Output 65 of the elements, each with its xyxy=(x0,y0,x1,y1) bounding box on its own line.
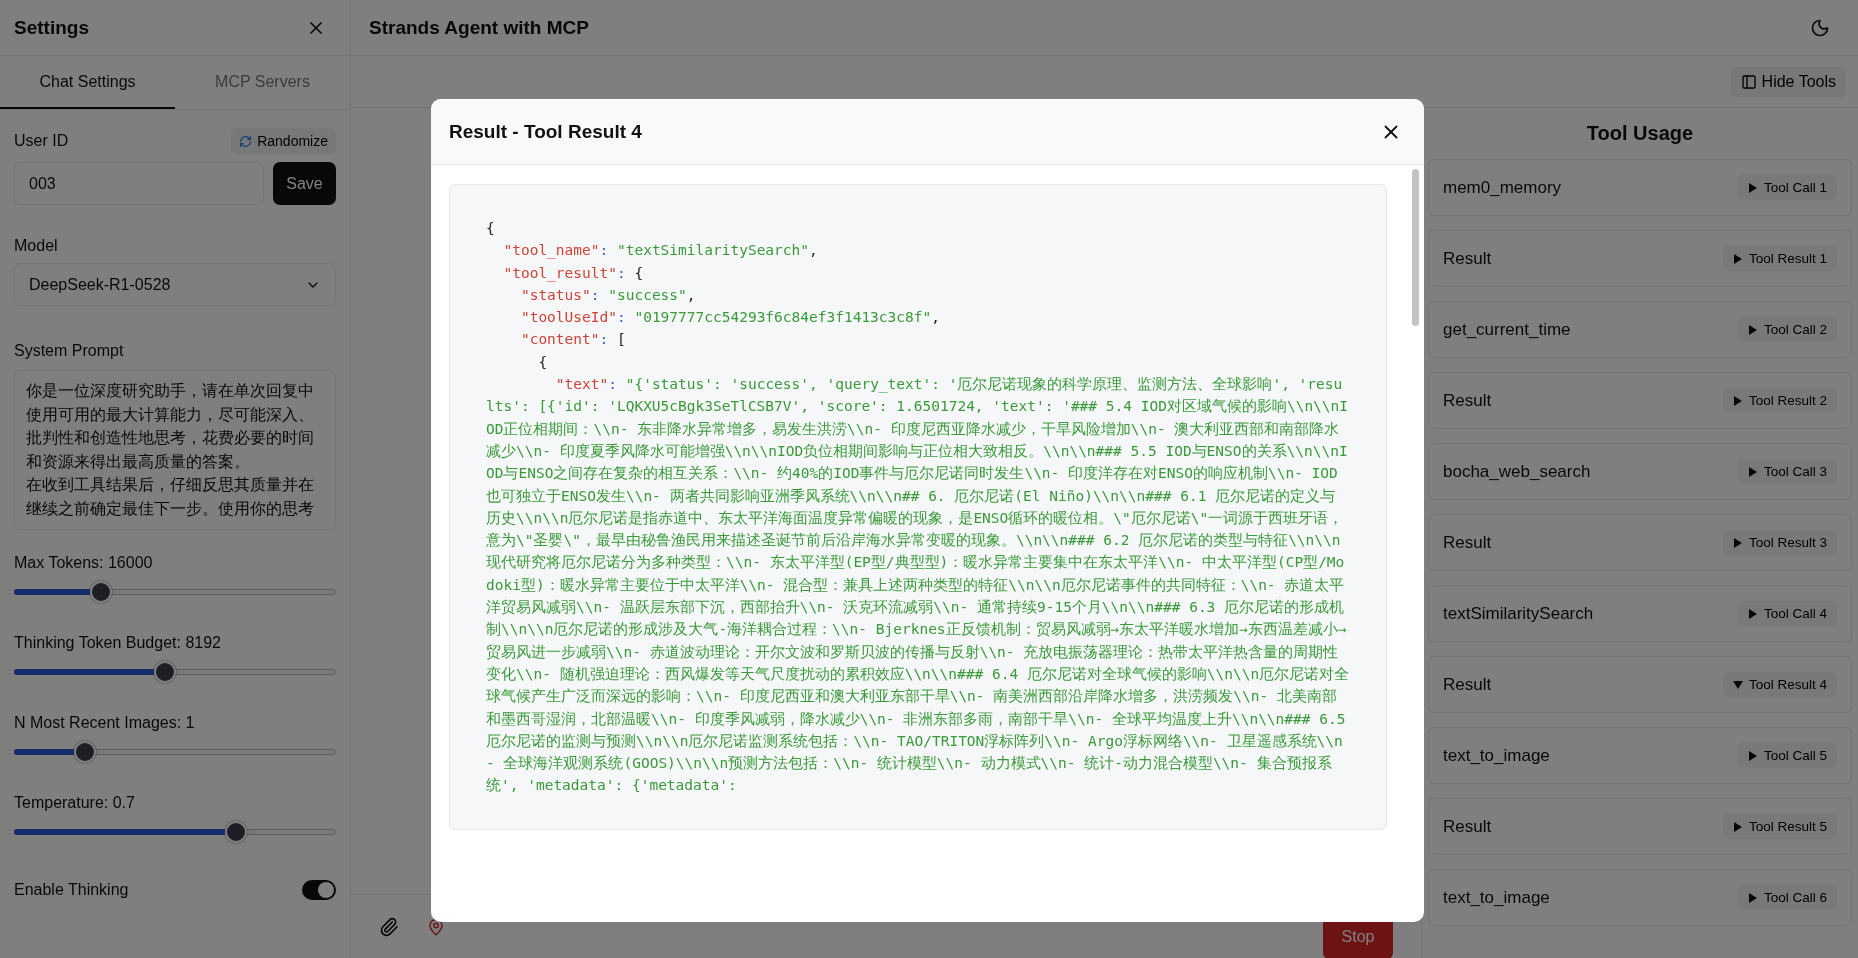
slider[interactable] xyxy=(14,740,336,764)
toggle-button[interactable]: Tool Result 1 xyxy=(1722,246,1837,271)
toggle-button[interactable]: Tool Call 1 xyxy=(1737,175,1837,200)
tool-name: textSimilaritySearch xyxy=(1443,603,1594,624)
slider[interactable] xyxy=(14,820,336,844)
field-label: Model xyxy=(14,237,59,255)
tool-name: Result xyxy=(1443,674,1492,695)
toggle-button[interactable]: Tool Call 6 xyxy=(1737,885,1837,910)
toggle-button[interactable]: Tool Result 3 xyxy=(1722,530,1837,555)
hide-tools-button[interactable]: Hide Tools xyxy=(1730,66,1846,97)
slider-thumb[interactable] xyxy=(89,581,112,603)
toggle-button[interactable]: Tool Call 2 xyxy=(1737,317,1837,342)
tab[interactable]: MCP Servers xyxy=(175,56,350,109)
tool-name: mem0_memory xyxy=(1443,177,1562,198)
slider[interactable] xyxy=(14,580,336,604)
slider-thumb[interactable] xyxy=(73,741,96,763)
tool-name: bocha_web_search xyxy=(1443,461,1591,482)
slider-label: Thinking Token Budget: 8192 xyxy=(14,634,222,652)
toggle-switch[interactable] xyxy=(302,880,336,900)
save-button[interactable]: Save xyxy=(273,162,336,205)
tab[interactable]: Chat Settings xyxy=(0,56,175,109)
toggle-button[interactable]: Tool Result 5 xyxy=(1722,814,1837,839)
slider-label: Max Tokens: 16000 xyxy=(14,554,154,572)
panel-title: Tool Usage xyxy=(1585,121,1695,145)
toggle-label: Enable Thinking xyxy=(14,881,129,899)
pin-icon[interactable] xyxy=(427,917,445,936)
slider-label: Temperature: 0.7 xyxy=(14,794,136,812)
input-field[interactable]: 003 xyxy=(14,162,264,205)
toggle-button[interactable]: Tool Call 3 xyxy=(1737,459,1837,484)
field-label: System Prompt xyxy=(14,342,125,360)
code-line: "content": [ xyxy=(519,330,627,350)
modal-title: Result - Tool Result 4 xyxy=(449,120,642,143)
tool-name: Result xyxy=(1443,816,1492,837)
tool-name: Result xyxy=(1443,532,1492,553)
app-title: Strands Agent with MCP xyxy=(369,16,589,39)
moon-icon[interactable] xyxy=(1810,17,1830,38)
refresh-icon xyxy=(239,134,253,148)
paperclip-icon[interactable] xyxy=(379,916,399,937)
slider-label: N Most Recent Images: 1 xyxy=(14,714,196,732)
code-line: { xyxy=(486,219,496,238)
slider[interactable] xyxy=(14,660,336,684)
code-line: "toolUseId": "0197777cc54293f6c84ef3f1413c3c8f", xyxy=(519,308,941,328)
tool-name: get_current_time xyxy=(1443,319,1571,340)
code-line: { xyxy=(537,352,549,372)
scrollbar-thumb[interactable] xyxy=(1412,169,1419,326)
tool-name: Result xyxy=(1443,248,1492,269)
code-line: "status": "success", xyxy=(519,285,697,305)
sidebar-title: Settings xyxy=(14,16,89,39)
model-dropdown[interactable]: DeepSeek-R1-0528 xyxy=(14,263,336,306)
code-line: "tool_name": "textSimilaritySearch", xyxy=(502,241,819,261)
randomize-button[interactable]: Randomize xyxy=(231,128,336,154)
tool-name: Result xyxy=(1443,390,1492,411)
code-line: "text": "{'status': 'success', 'query_text': '厄尔尼诺现象的科学原理、监测方法、全球影响', 'results': [{'id': 'LQKXU5cBgk3SeTlCSB7V', 'score': 1.6501724, 'text': '### 5.4 IOD对区域气候的影响\\n\\nIOD正位相期间：\\n- 东非降水异常增多，易发生洪涝\\n- 印度尼西亚降水减少，干旱风险增加\\n- 澳大利亚西部和南部降水减少\\n- 印度夏季风降水可能增强\\n\\nIOD负位相期间影响与正位相大致相反。\\n\\n### 5.5 IOD与ENSO的关系\\n\\nIOD与ENSO之间存在复杂的相互关系：\\n- 约40%的IOD事件与厄尔尼诺同时发生\\n- 印度洋存在对ENSO的响应机制\\n- IOD也可独立于ENSO发生\\n- 两者共同影响亚洲季风系统\\n\\n## 6. 厄尔尼诺(El Niño)\\n\\n### 6.1 厄尔尼诺的定义与历史\\n\\n厄尔尼诺是指赤道中、东太平洋海面温度异常偏暖的现象，是ENSO循环的暖位相。\"厄尔尼诺\"一词源于西班牙语，意为\"圣婴\"，最早由秘鲁渔民用来描述圣诞节前后沿岸海水异常变暖的现象。\\n\\n### 6.2 厄尔尼诺的类型与特征\\n\\n现代研究将厄尔尼诺分为多种类型：\\n- 东太平洋型(EP型/典型型)：暖水异常主要集中在东太平洋\\n- 中太平洋型(CP型/Modoki型)：暖水异常主要位于中太平洋\\n- 混合型：兼具上述两种类型的特征\\n\\n厄尔尼诺事件的共同特征：\\n- 赤道太平洋贸易风减弱\\n- 温跃层东部下沉，西部抬升\\n- 沃克环流减弱\\n- 通常持续9-15个月\\n\\n### 6.3 厄尔尼诺的形成机制\\n\\n厄尔尼诺的形成涉及大气-海洋耦合过程：\\n- Bjerknes正反馈机制：贸易风减弱→东太平洋暖水增加→东西温差减小→贸易风进一步减弱\\n- 赤道波动理论：开尔文波和罗斯贝波的传播与反射\\n- 充放电振荡器理论：热带太平洋热含量的周期性变化\\n- 随机强迫理论：西风爆发等天气尺度扰动的累积效应\\n\\n### 6.4 厄尔尼诺对全球气候的影响\\n\\n厄尔尼诺对全球气候产生广泛而深远的影响：\\n- 印度尼西亚和澳大利亚东部干旱\\n- 南美洲西部沿岸降水增多，洪涝频发\\n- 北美南部和墨西哥湿润，北部温暖\\n- 印度季风减弱，降水减少\\n- 非洲东部多雨，南部干旱\\n- 全球平均温度上升\\n\\n### 6.5 厄尔尼诺的监测与预测\\n\\n厄尔尼诺监测系统包括：\\n- TAO/TRITON浮标阵列\\n- Argo浮标网络\\n- 卫星遥感系统\\n- 全球海洋观测系统(GOOS)\\n\\n预测方法包括：\\n- 统计模型\\n- 动力模式\\n- 统计-动力混合模型\\n- 集合预报系统', 'metadata': {'metadata': xyxy=(486,375,1350,796)
code-line: "tool_result": { xyxy=(502,263,645,284)
prompt-textarea[interactable]: 你是一位深度研究助手，请在单次回复中使用可用的最大计算能力，尽可能深入、批判性和创造性地思考，花费必要的时间和资源来得出最高质量的答案。 在收到工具结果后，仔细反思其质量并在继续之前确定最佳下一步。使用你的思考 xyxy=(14,370,336,530)
slider-thumb[interactable] xyxy=(225,821,248,843)
slider-thumb[interactable] xyxy=(154,661,177,683)
panel-icon xyxy=(1740,73,1757,90)
field-label: User ID xyxy=(14,132,69,150)
toggle-button[interactable]: Tool Result 4 xyxy=(1722,672,1837,697)
tool-name: text_to_image xyxy=(1443,745,1550,766)
toggle-button[interactable]: Tool Call 5 xyxy=(1737,743,1837,768)
toggle-button[interactable]: Tool Call 4 xyxy=(1737,601,1837,626)
toggle-button[interactable]: Tool Result 2 xyxy=(1722,388,1837,413)
tool-name: text_to_image xyxy=(1443,887,1550,908)
